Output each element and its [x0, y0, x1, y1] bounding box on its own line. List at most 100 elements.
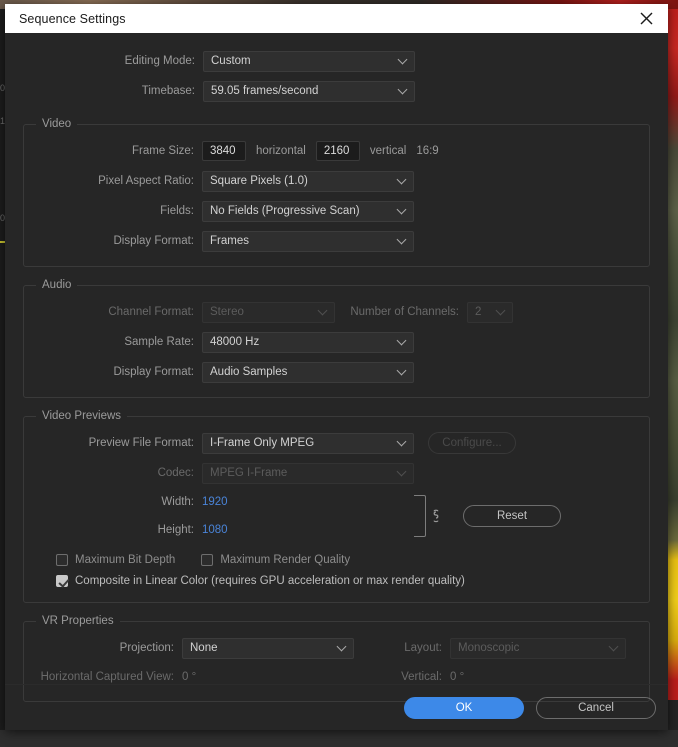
- sample-rate-value: 48000 Hz: [210, 336, 260, 348]
- pixel-aspect-ratio-label: Pixel Aspect Ratio:: [98, 175, 194, 187]
- sequence-settings-dialog: Sequence Settings Editing Mode: Custom T…: [5, 4, 668, 730]
- preview-height-label: Height:: [157, 524, 194, 536]
- vertical-label: vertical: [369, 145, 407, 157]
- audio-display-format-select[interactable]: Audio Samples: [202, 361, 414, 383]
- pixel-aspect-ratio-row: Pixel Aspect Ratio: Square Pixels (1.0): [34, 166, 639, 196]
- chevron-down-icon: [338, 643, 346, 651]
- horizontal-captured-view-label: Horizontal Captured View:: [40, 671, 174, 683]
- fields-select[interactable]: No Fields (Progressive Scan): [202, 200, 414, 222]
- preview-file-format-value: I-Frame Only MPEG: [210, 437, 315, 449]
- audio-display-format-label: Display Format:: [113, 366, 194, 378]
- ok-button[interactable]: OK: [404, 696, 524, 719]
- projection-label: Projection:: [119, 642, 174, 654]
- video-display-format-row: Display Format: Frames: [34, 226, 639, 256]
- timebase-value: 59.05 frames/second: [211, 85, 319, 97]
- composite-in-linear-color-label: Composite in Linear Color (requires GPU …: [75, 575, 465, 587]
- chevron-down-icon: [398, 337, 406, 345]
- codec-row: Codec: MPEG I-Frame: [34, 458, 639, 488]
- chevron-down-icon: [398, 236, 406, 244]
- projection-select[interactable]: None: [182, 637, 354, 659]
- maximum-bit-depth-checkbox[interactable]: Maximum Bit Depth: [56, 554, 175, 566]
- maximum-render-quality-checkbox[interactable]: Maximum Render Quality: [201, 554, 350, 566]
- maximum-bit-depth-label: Maximum Bit Depth: [75, 554, 176, 566]
- pixel-aspect-ratio-select[interactable]: Square Pixels (1.0): [202, 170, 414, 192]
- preview-file-format-label: Preview File Format:: [88, 437, 194, 449]
- editing-mode-value: Custom: [211, 55, 251, 67]
- preview-file-format-select[interactable]: I-Frame Only MPEG: [202, 432, 414, 454]
- vertical-captured-view-value: 0 °: [450, 671, 465, 683]
- layout-value: Monoscopic: [458, 642, 520, 654]
- chevron-down-icon: [399, 56, 407, 64]
- chevron-down-icon: [398, 438, 406, 446]
- video-display-format-value: Frames: [210, 235, 249, 247]
- dialog-title: Sequence Settings: [19, 11, 126, 26]
- video-display-format-select[interactable]: Frames: [202, 230, 414, 252]
- chevron-down-icon: [398, 468, 406, 476]
- chevron-down-icon: [497, 307, 505, 315]
- frame-height-input[interactable]: 2160: [315, 141, 360, 161]
- codec-label: Codec:: [157, 467, 194, 479]
- chevron-down-icon: [398, 176, 406, 184]
- chevron-down-icon: [319, 307, 327, 315]
- projection-row: Projection: None Layout: Monoscopic: [34, 633, 639, 663]
- codec-value: MPEG I-Frame: [210, 467, 288, 479]
- chain-link-icon[interactable]: [431, 509, 441, 523]
- channel-format-value: Stereo: [210, 306, 244, 318]
- timebase-label: Timebase:: [141, 85, 195, 97]
- composite-in-linear-color-checkbox[interactable]: Composite in Linear Color (requires GPU …: [56, 575, 465, 587]
- editing-mode-select[interactable]: Custom: [203, 50, 415, 72]
- audio-display-format-value: Audio Samples: [210, 366, 288, 378]
- dialog-titlebar: Sequence Settings: [5, 4, 668, 33]
- projection-value: None: [190, 642, 218, 654]
- horizontal-label: horizontal: [256, 145, 306, 157]
- reset-button[interactable]: Reset: [463, 505, 561, 527]
- audio-display-format-row: Display Format: Audio Samples: [34, 357, 639, 387]
- audio-group-legend: Audio: [42, 279, 72, 291]
- cancel-button[interactable]: Cancel: [536, 696, 656, 719]
- codec-select: MPEG I-Frame: [202, 462, 414, 484]
- sample-rate-label: Sample Rate:: [124, 336, 194, 348]
- frame-size-label: Frame Size:: [132, 145, 194, 157]
- chevron-down-icon: [398, 206, 406, 214]
- maximum-render-quality-label: Maximum Render Quality: [220, 554, 351, 566]
- number-of-channels-value: 2: [475, 306, 482, 318]
- aspect-ratio-value: 16:9: [416, 145, 439, 157]
- vertical-captured-view-label: Vertical:: [401, 671, 442, 683]
- dimension-link-bracket: [414, 495, 426, 537]
- horizontal-captured-view-value: 0 °: [182, 671, 197, 683]
- sample-rate-select[interactable]: 48000 Hz: [202, 331, 414, 353]
- preview-width-value[interactable]: 1920: [202, 496, 228, 508]
- layout-label: Layout:: [404, 642, 442, 654]
- chevron-down-icon: [398, 367, 406, 375]
- editing-mode-row: Editing Mode: Custom: [23, 46, 650, 76]
- preview-width-label: Width:: [161, 496, 194, 508]
- checkbox-box-checked: [56, 575, 68, 587]
- checkbox-box: [56, 554, 68, 566]
- preview-width-row: Width: 1920: [34, 488, 414, 516]
- video-group: Video Frame Size: 3840 horizontal 2160 v…: [23, 118, 650, 267]
- timebase-select[interactable]: 59.05 frames/second: [203, 80, 415, 102]
- channel-format-row: Channel Format: Stereo Number of Channel…: [34, 297, 639, 327]
- audio-group: Audio Channel Format: Stereo Number of C…: [23, 279, 650, 398]
- dialog-footer: OK Cancel: [5, 684, 668, 730]
- video-group-legend: Video: [42, 118, 72, 130]
- backdrop-bottom-bar: [0, 730, 678, 747]
- number-of-channels-select: 2: [467, 301, 513, 323]
- channel-format-select: Stereo: [202, 301, 335, 323]
- video-previews-group-legend: Video Previews: [42, 410, 122, 422]
- configure-button: Configure...: [428, 432, 516, 454]
- sample-rate-row: Sample Rate: 48000 Hz: [34, 327, 639, 357]
- frame-width-input[interactable]: 3840: [202, 141, 246, 161]
- preview-height-value[interactable]: 1080: [202, 524, 228, 536]
- preview-height-row: Height: 1080: [34, 516, 414, 544]
- pixel-aspect-ratio-value: Square Pixels (1.0): [210, 175, 308, 187]
- close-icon: [640, 12, 652, 25]
- fields-label: Fields:: [160, 205, 194, 217]
- vr-properties-group-legend: VR Properties: [42, 615, 114, 627]
- close-button[interactable]: [624, 4, 668, 33]
- timebase-row: Timebase: 59.05 frames/second: [23, 76, 650, 106]
- video-display-format-label: Display Format:: [113, 235, 194, 247]
- channel-format-label: Channel Format:: [108, 306, 194, 318]
- fields-value: No Fields (Progressive Scan): [210, 205, 360, 217]
- checkbox-box: [201, 554, 214, 566]
